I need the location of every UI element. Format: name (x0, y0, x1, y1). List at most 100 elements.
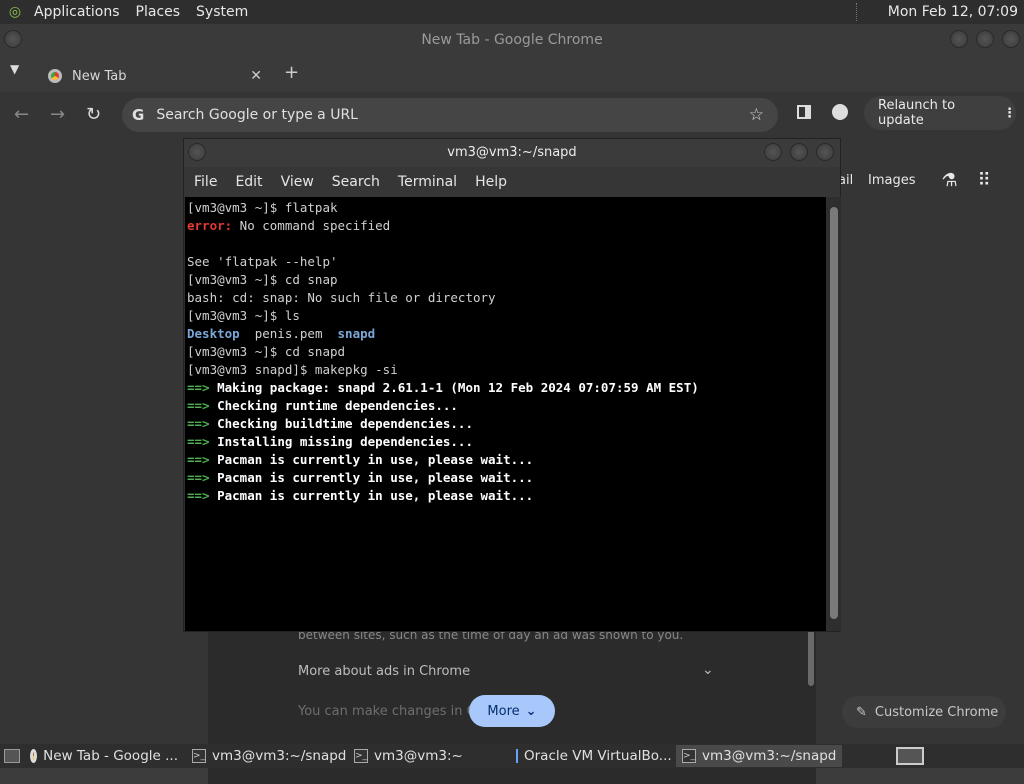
customize-chrome-button[interactable]: ✎ Customize Chrome (842, 696, 1006, 728)
terminal-line: bash: cd: snap: No such file or director… (187, 290, 496, 305)
makepkg-message: Pacman is currently in use, please wait.… (217, 488, 534, 503)
makepkg-message: Pacman is currently in use, please wait.… (217, 452, 534, 467)
terminal-line: [vm3@vm3 ~]$ cd snapd (187, 344, 346, 359)
tab-title: New Tab (72, 68, 127, 84)
terminal-line: ==> Pacman is currently in use, please w… (187, 469, 826, 487)
task-list: New Tab - Google ... >_ vm3@vm3:~/snapd >_ v… (24, 745, 844, 767)
ls-entry: snapd (337, 326, 376, 341)
terminal-output[interactable]: [vm3@vm3 ~]$ flatpak error: No command sp… (185, 197, 826, 631)
tab-new-tab[interactable]: New Tab ✕ (36, 60, 272, 92)
more-button-label: More (487, 703, 520, 719)
top-panel: ◎ Applications Places System Mon Feb 12,… (0, 0, 1024, 24)
back-arrow-icon[interactable]: ← (14, 104, 29, 125)
maximize-button[interactable] (790, 143, 808, 161)
distro-logo-icon[interactable]: ◎ (4, 1, 26, 23)
side-panel-icon[interactable] (797, 105, 811, 119)
tab-strip: ▼ New Tab ✕ + (0, 56, 1024, 92)
arrow-prefix: ==> (187, 380, 218, 395)
terminal-line: ==> Pacman is currently in use, please w… (187, 451, 826, 469)
terminal-line: ==> Pacman is currently in use, please w… (187, 487, 826, 505)
scrollbar-thumb[interactable] (830, 207, 838, 619)
close-window-button[interactable] (816, 143, 834, 161)
taskbar-item-label: New Tab - Google ... (43, 748, 178, 764)
makepkg-message: Installing missing dependencies... (217, 434, 473, 449)
taskbar-item-label: vm3@vm3:~/snapd (702, 748, 837, 764)
minimize-button[interactable] (950, 30, 968, 48)
kebab-menu-icon[interactable]: ⋮ (1003, 106, 1016, 121)
terminal-line: [vm3@vm3 ~]$ cd snap (187, 272, 338, 287)
show-desktop-icon[interactable] (4, 749, 20, 763)
makepkg-message: Checking buildtime dependencies... (217, 416, 473, 431)
maximize-button[interactable] (976, 30, 994, 48)
terminal-line: [vm3@vm3 ~]$ flatpak (187, 200, 338, 215)
apps-grid-icon[interactable]: ⠿ (978, 170, 991, 191)
menu-search[interactable]: Search (332, 174, 380, 190)
places-menu[interactable]: Places (128, 4, 189, 20)
pencil-icon: ✎ (856, 704, 867, 720)
panel-separator (855, 3, 858, 21)
terminal-menubar: File Edit View Search Terminal Help (184, 167, 840, 197)
error-message: No command specified (232, 218, 391, 233)
labs-flask-icon[interactable]: ⚗ (942, 170, 958, 191)
terminal-line: ==> Installing missing dependencies... (187, 433, 826, 451)
more-about-ads-expander[interactable]: More about ads in Chrome (298, 664, 470, 679)
terminal-scrollbar[interactable] (827, 197, 841, 631)
taskbar-item[interactable]: >_ vm3@vm3:~/snapd (676, 745, 842, 767)
close-tab-icon[interactable]: ✕ (250, 68, 262, 84)
reload-icon[interactable]: ↻ (86, 104, 101, 125)
profile-avatar-icon[interactable] (832, 104, 848, 120)
terminal-icon: >_ (192, 749, 206, 763)
taskbar-item[interactable]: New Tab - Google ... (24, 745, 184, 767)
chrome-window-title: New Tab - Google Chrome (421, 32, 603, 48)
menu-view[interactable]: View (281, 174, 314, 190)
taskbar-item[interactable]: >_ vm3@vm3:~ (348, 745, 508, 767)
taskbar-item-label: vm3@vm3:~/snapd (212, 748, 346, 764)
terminal-titlebar[interactable]: vm3@vm3:~/snapd (184, 139, 840, 167)
makepkg-message: Checking runtime dependencies... (217, 398, 458, 413)
chrome-titlebar[interactable]: New Tab - Google Chrome (0, 24, 1024, 56)
terminal-line: ==> Checking runtime dependencies... (187, 397, 826, 415)
new-tab-plus-icon[interactable]: + (284, 62, 299, 83)
taskbar-item-label: vm3@vm3:~ (374, 748, 463, 764)
window-menu-button[interactable] (4, 30, 22, 48)
minimize-button[interactable] (764, 143, 782, 161)
menu-file[interactable]: File (194, 174, 217, 190)
relaunch-label: Relaunch to update (878, 98, 956, 128)
terminal-line: [vm3@vm3 snapd]$ makepkg -si (187, 362, 398, 377)
images-link[interactable]: Images (868, 173, 916, 188)
makepkg-message: Making package: snapd 2.61.1-1 (Mon 12 F… (217, 380, 699, 395)
terminal-title: vm3@vm3:~/snapd (447, 145, 577, 160)
close-window-button[interactable] (1002, 30, 1020, 48)
menu-help[interactable]: Help (475, 174, 507, 190)
more-button[interactable]: More ⌄ (469, 695, 555, 727)
relaunch-to-update-button[interactable]: Relaunch to update ⋮ (864, 96, 1016, 130)
terminal-icon: >_ (354, 749, 368, 763)
taskbar-item[interactable]: Oracle VM VirtualBo... (510, 745, 674, 767)
taskbar-item[interactable]: >_ vm3@vm3:~/snapd (186, 745, 346, 767)
terminal-line: Desktop penis.pem snapd (187, 325, 826, 343)
bookmark-star-icon[interactable]: ☆ (749, 105, 764, 125)
google-g-icon: G (132, 106, 145, 124)
omnibox[interactable]: G Search Google or type a URL ☆ (122, 98, 778, 132)
window-menu-button[interactable] (188, 143, 206, 161)
tab-search-chevron-icon[interactable]: ▼ (10, 62, 19, 76)
ls-entry: Desktop (187, 326, 255, 341)
omnibox-placeholder: Search Google or type a URL (156, 107, 358, 123)
menu-edit[interactable]: Edit (235, 174, 262, 190)
chrome-favicon-icon (48, 69, 62, 83)
system-menu[interactable]: System (188, 4, 256, 20)
chevron-down-icon[interactable]: ⌄ (702, 662, 714, 678)
menu-terminal[interactable]: Terminal (398, 174, 457, 190)
arrow-prefix: ==> (187, 416, 218, 431)
changes-text: You can make changes in Chro (298, 704, 497, 719)
terminal-line: [vm3@vm3 ~]$ ls (187, 308, 300, 323)
arrow-prefix: ==> (187, 488, 218, 503)
workspace-switcher[interactable] (896, 747, 924, 765)
applications-menu[interactable]: Applications (26, 4, 128, 20)
card-scrollbar[interactable] (808, 630, 814, 686)
virtualbox-icon (516, 749, 518, 763)
terminal-line: error: No command specified (187, 217, 826, 235)
clock[interactable]: Mon Feb 12, 07:09 (888, 4, 1018, 20)
arrow-prefix: ==> (187, 398, 218, 413)
forward-arrow-icon[interactable]: → (50, 104, 65, 125)
